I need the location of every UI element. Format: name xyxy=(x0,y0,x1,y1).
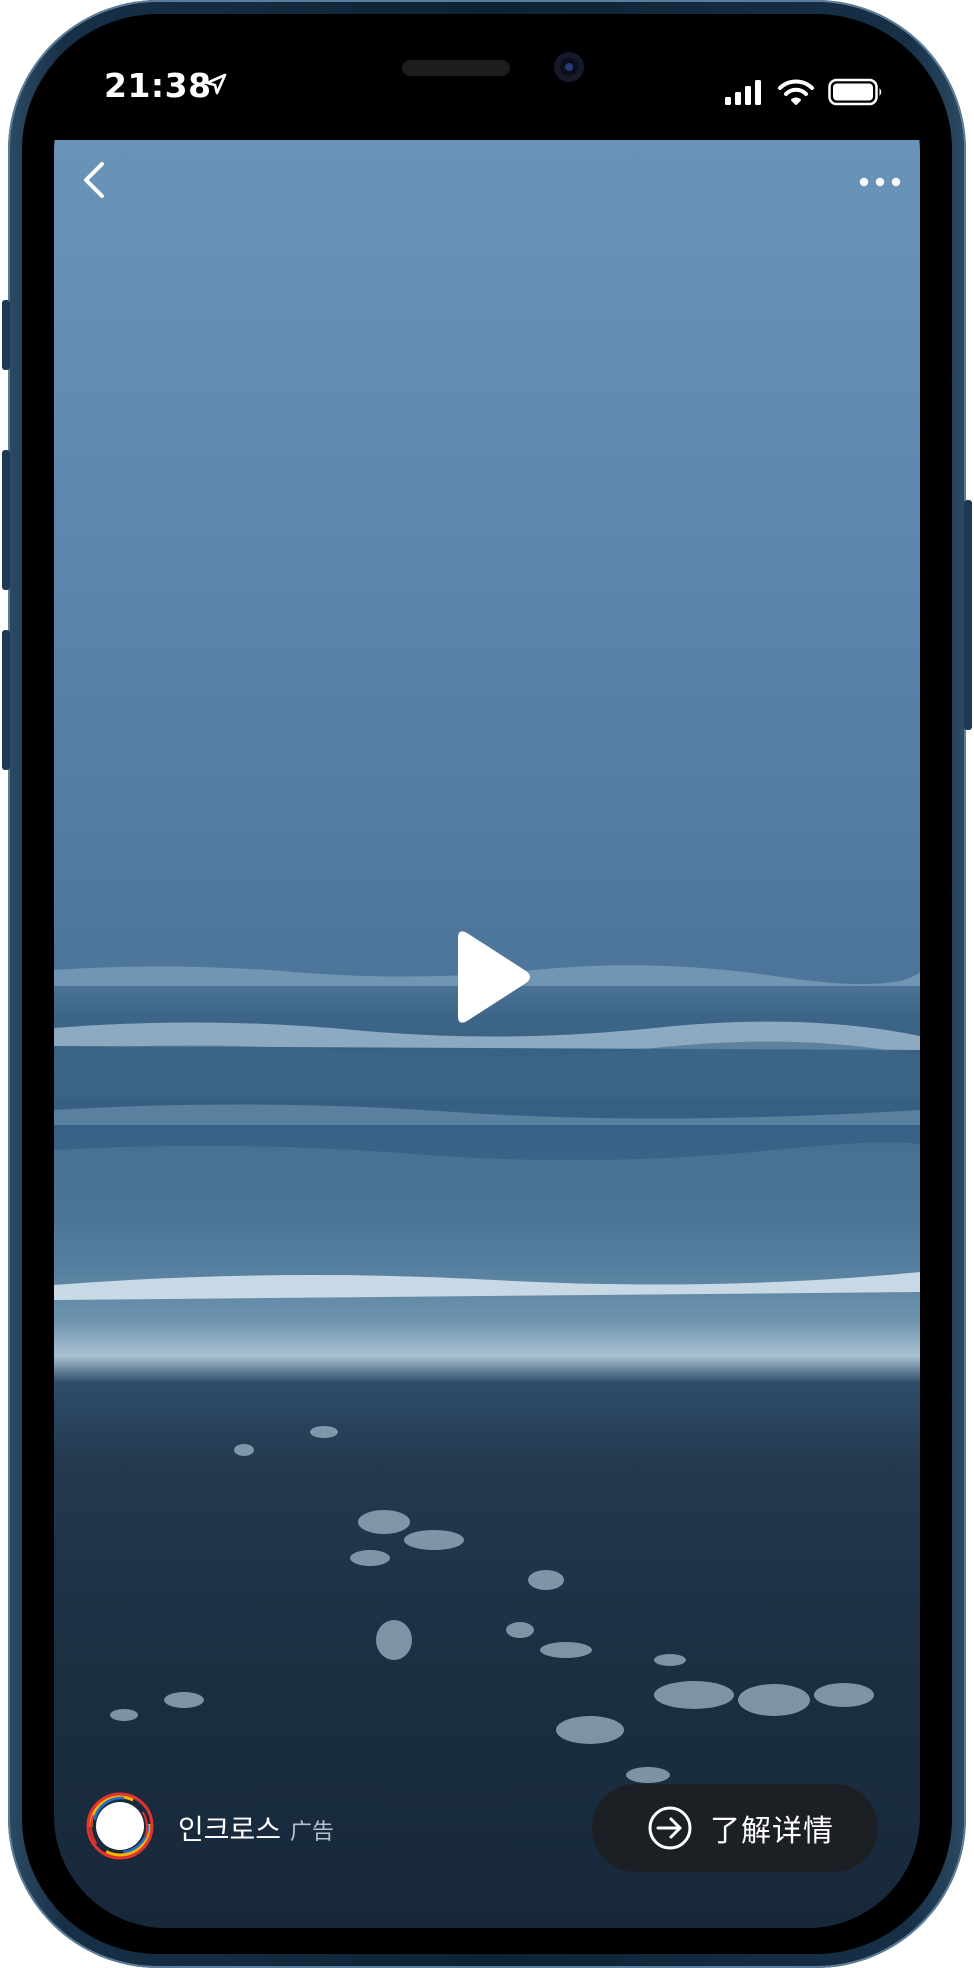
cellular-signal-icon xyxy=(724,79,764,109)
arrow-right-circle-icon xyxy=(646,1804,694,1852)
avatar[interactable] xyxy=(84,1790,156,1862)
notch xyxy=(254,40,720,108)
learn-more-button[interactable]: 了解详情 xyxy=(592,1784,878,1872)
learn-more-label: 了解详情 xyxy=(710,1814,834,1849)
side-button-volume-down xyxy=(2,630,10,770)
account-name[interactable]: 인크로스 xyxy=(178,1808,281,1848)
side-button-silent xyxy=(2,300,10,370)
ad-bottom-bar: 인크로스 广告 了解详情 xyxy=(54,1784,920,1890)
back-button[interactable] xyxy=(66,150,126,210)
top-controls xyxy=(54,140,920,230)
battery-icon xyxy=(828,78,884,110)
status-time: 21:38 xyxy=(104,66,212,105)
side-button-volume-up xyxy=(2,450,10,590)
front-camera xyxy=(554,52,584,82)
play-button[interactable] xyxy=(434,922,544,1042)
wifi-icon xyxy=(778,78,814,110)
location-arrow-icon xyxy=(204,72,228,100)
status-icons xyxy=(724,78,884,110)
more-horizontal-icon xyxy=(850,177,910,206)
play-icon xyxy=(434,931,544,1046)
screen: 21:38 인크로스 广告 了解详情 xyxy=(54,40,920,1928)
speaker-grille xyxy=(402,60,510,76)
more-options-button[interactable] xyxy=(850,162,910,202)
ad-label: 广告 xyxy=(290,1820,335,1845)
side-button-power xyxy=(964,500,972,730)
chevron-left-icon xyxy=(66,162,126,214)
